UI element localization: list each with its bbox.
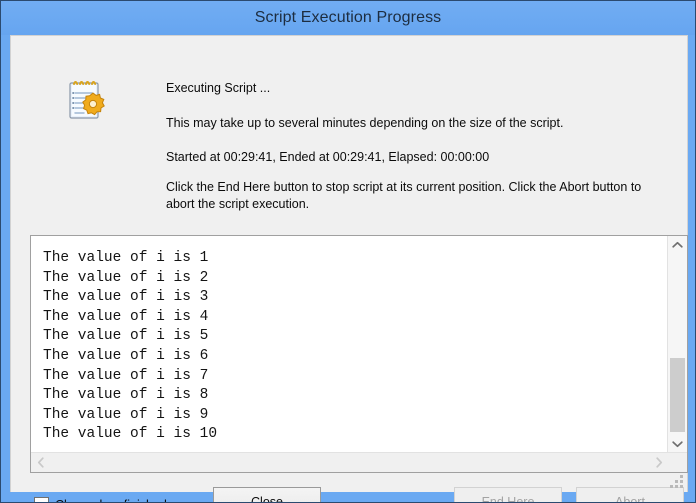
chevron-down-icon[interactable] [668,435,687,453]
window-title: Script Execution Progress [254,9,442,26]
script-output-viewport[interactable]: The value of i is 1 The value of i is 2 … [31,236,668,453]
abort-button[interactable]: Abort [576,487,684,503]
script-notepad-gear-icon [63,76,111,124]
close-when-finished-mnemonic: C [55,498,64,503]
title-bar[interactable]: Script Execution Progress [1,1,695,35]
info-line: This may take up to several minutes depe… [166,116,564,130]
close-when-finished-label: Close when finished [55,498,167,503]
end-here-button[interactable]: End Here [454,487,562,503]
resize-grip-icon[interactable] [670,475,683,488]
chevron-up-icon[interactable] [668,236,687,254]
script-output-text: The value of i is 1 The value of i is 2 … [43,250,218,443]
status-line: Executing Script ... [166,81,271,95]
output-vertical-scrollbar-thumb[interactable] [670,358,685,432]
timing-line: Started at 00:29:41, Ended at 00:29:41, … [166,150,490,164]
scrollbar-corner [668,453,687,472]
instructions-text: Click the End Here button to stop script… [166,180,642,211]
close-when-finished-label-rest: lose when finished [64,498,167,503]
close-button-label: Close [251,495,283,503]
close-when-finished-checkbox[interactable] [34,497,49,502]
output-horizontal-scrollbar[interactable] [31,452,687,472]
close-when-finished-row[interactable]: Close when finished [34,497,167,503]
chevron-left-icon[interactable] [31,453,50,471]
abort-button-label: Abort [615,495,645,503]
close-button[interactable]: Close [213,487,321,503]
script-output-box[interactable]: The value of i is 1 The value of i is 2 … [30,235,688,473]
script-execution-progress-window: Script Execution Progress Executing Scri… [0,0,696,503]
chevron-right-icon[interactable] [649,453,668,471]
output-vertical-scrollbar[interactable] [667,236,687,453]
client-area: Executing Script ... This may take up to… [10,35,688,502]
end-here-button-label: End Here [481,495,535,503]
